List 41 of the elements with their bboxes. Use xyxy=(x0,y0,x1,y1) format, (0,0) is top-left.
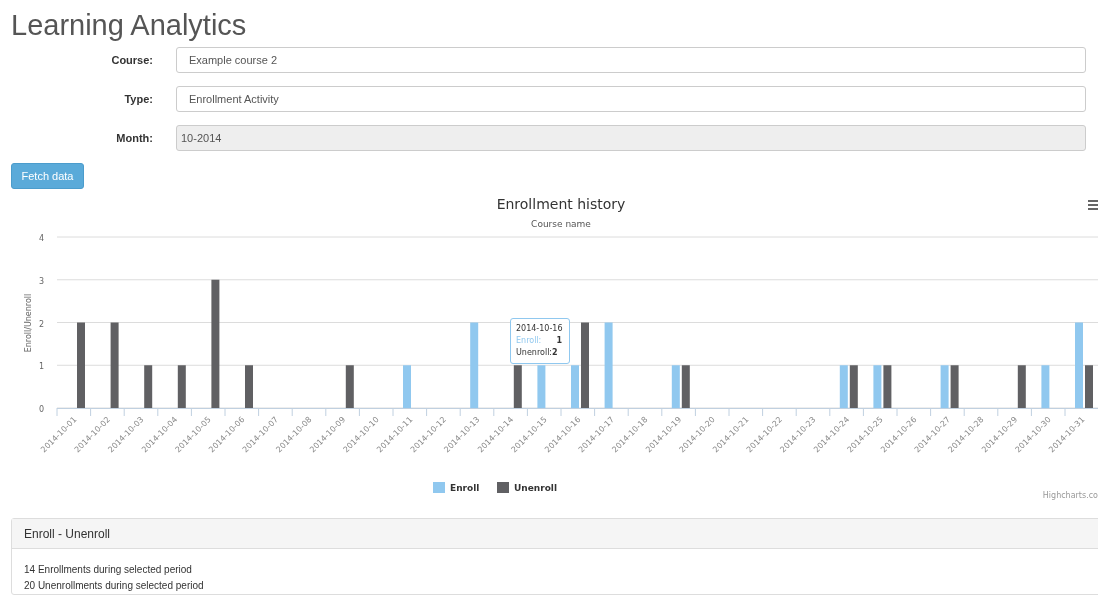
y-tick-label: 1 xyxy=(38,362,44,372)
bar xyxy=(144,365,153,408)
bar xyxy=(1017,365,1026,408)
field-label: Type: xyxy=(123,93,154,105)
bar xyxy=(513,365,522,408)
legend-label[interactable]: Unenroll xyxy=(514,483,558,493)
summary-text: 14 Enrollments during selected period xyxy=(24,563,193,577)
page-title: Learning Analytics xyxy=(10,8,248,42)
y-tick-label: 4 xyxy=(38,234,44,243)
bar xyxy=(671,365,680,408)
bar xyxy=(883,365,892,408)
bar xyxy=(571,365,579,408)
bar xyxy=(681,365,690,408)
tooltip-row-text: Unenroll:2 xyxy=(516,347,559,359)
field-label: Month: xyxy=(115,132,154,144)
bar xyxy=(403,365,411,408)
menu-icon[interactable] xyxy=(1088,200,1098,210)
summary-text: 20 Unenrollments during selected period xyxy=(24,579,205,593)
y-tick-label: 0 xyxy=(38,405,44,414)
bar xyxy=(345,365,354,408)
bar xyxy=(950,365,959,408)
input-field[interactable]: Enrollment Activity xyxy=(176,86,1086,112)
tooltip-title: 2014-10-16 xyxy=(516,323,564,335)
bar xyxy=(940,365,949,408)
y-tick-label: 3 xyxy=(38,276,44,286)
tooltip-row: Enroll: 1 xyxy=(516,335,564,347)
bar xyxy=(177,365,186,408)
input-field[interactable]: Example course 2 xyxy=(176,47,1086,73)
bar xyxy=(1085,365,1093,408)
bar xyxy=(245,365,253,408)
y-axis-label: Enroll/Unenroll xyxy=(24,293,33,353)
chart-subtitle: Course name xyxy=(531,219,591,229)
legend-label[interactable]: Enroll xyxy=(450,483,480,493)
bar xyxy=(1041,365,1050,408)
y-tick-label: 2 xyxy=(38,319,44,329)
bar xyxy=(839,365,848,408)
chart-title: Enrollment history xyxy=(496,196,626,212)
panel-title: Enroll - Unenroll xyxy=(24,526,111,541)
field-label: Course: xyxy=(110,54,154,66)
bar xyxy=(873,365,882,408)
bar xyxy=(849,365,858,408)
